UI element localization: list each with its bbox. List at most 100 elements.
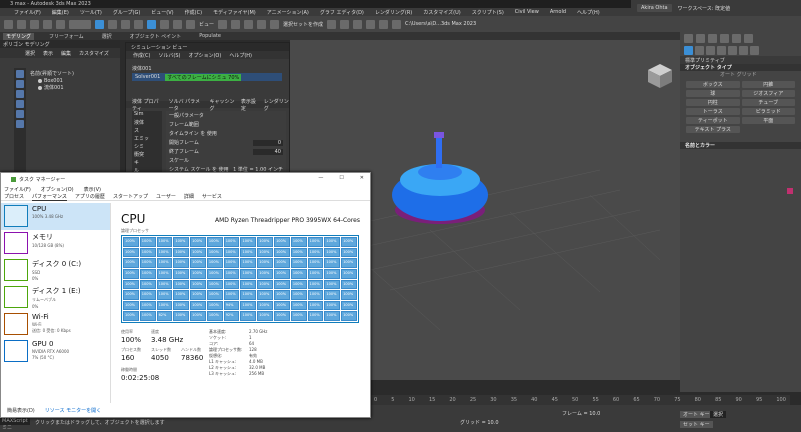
align-icon[interactable] xyxy=(340,19,350,29)
selection-set-dropdown[interactable]: 選択セットを作成 xyxy=(283,21,323,28)
menu-group[interactable]: グループ(G) xyxy=(113,9,140,16)
logical-processor-grid[interactable]: 100% 100% 100% 100% 100% 100% 100% 100% 100% 100%… xyxy=(121,235,359,323)
object-color-swatch[interactable] xyxy=(787,188,793,194)
explorer-menu-customize[interactable]: カスタマイズ xyxy=(79,50,109,57)
fewer-details-link[interactable]: 簡易表示(D) xyxy=(7,407,35,414)
menu-edit[interactable]: 編集(E) xyxy=(52,9,69,16)
cameras-icon[interactable] xyxy=(717,46,726,55)
explorer-menu-select[interactable]: 選択 xyxy=(25,50,35,57)
tree-item-box001[interactable]: Box001 xyxy=(28,77,118,84)
tab-details[interactable]: 詳細 xyxy=(184,193,194,200)
tab-processes[interactable]: プロセス xyxy=(4,193,24,200)
name-color-rollout[interactable]: 名前とカラー xyxy=(680,142,801,149)
filter-geometry-icon[interactable] xyxy=(16,70,24,78)
workspace-selector[interactable]: ワークスペース: 既定値 xyxy=(678,5,731,12)
select-icon[interactable] xyxy=(95,19,104,29)
teapot-button[interactable]: ティーポット xyxy=(686,117,740,124)
mirror-icon[interactable] xyxy=(327,19,337,29)
material-editor-icon[interactable] xyxy=(366,19,376,29)
sim-left-item[interactable]: シミ xyxy=(132,143,162,151)
perf-item-disk1[interactable]: ディスク 1 (E:) リムーバブル 0% xyxy=(1,284,110,311)
close-icon[interactable]: ✕ xyxy=(360,175,364,181)
emitter[interactable] xyxy=(434,132,444,138)
redo-icon[interactable] xyxy=(17,19,26,29)
menu-create[interactable]: 作成(C) xyxy=(185,9,202,16)
render-icon[interactable] xyxy=(392,19,402,29)
maximize-icon[interactable]: ☐ xyxy=(339,175,343,181)
explorer-menu-display[interactable]: 表示 xyxy=(43,50,53,57)
user-account[interactable]: Akira Ohta xyxy=(637,4,672,12)
tab-freeform[interactable]: フリーフォーム xyxy=(46,33,87,40)
select-by-name-icon[interactable] xyxy=(108,19,117,29)
sim-left-item[interactable]: ス xyxy=(132,127,162,135)
place-icon[interactable] xyxy=(186,19,195,29)
tab-selection[interactable]: 選択 xyxy=(99,33,115,40)
explorer-menu-edit[interactable]: 編集 xyxy=(61,50,71,57)
rect-select-icon[interactable] xyxy=(121,19,130,29)
tab-object-paint[interactable]: オブジェクト ペイント xyxy=(127,33,185,40)
tab-rendering[interactable]: レンダリング xyxy=(264,98,289,112)
perf-item-gpu0[interactable]: GPU 0 NVIDIA RTX A6000 7% (50 °C) xyxy=(1,338,110,365)
sim-left-item[interactable]: エミッ xyxy=(132,135,162,143)
perf-item-cpu[interactable]: CPU 100% 3.48 GHz xyxy=(1,203,110,230)
menu-rendering[interactable]: レンダリング(R) xyxy=(375,9,412,16)
sim-left-item[interactable]: キ xyxy=(132,159,162,167)
menu-graph-editors[interactable]: グラフ エディタ(D) xyxy=(320,9,364,16)
filter-shapes-icon[interactable] xyxy=(16,80,24,88)
eye-icon[interactable] xyxy=(38,85,42,90)
timeline-ruler[interactable]: 0 5 10 15 20 25 30 35 40 45 50 55 60 65 … xyxy=(370,395,790,405)
primitive-type-dropdown[interactable]: 標準プリミティブ xyxy=(680,56,801,64)
pyramid-button[interactable]: ピラミッド xyxy=(741,108,795,115)
solver-row[interactable]: Solver001 すべてのフレームにシミュ 70% xyxy=(132,73,282,81)
tab-services[interactable]: サービス xyxy=(202,193,222,200)
filter-lights-icon[interactable] xyxy=(16,90,24,98)
filter-helpers-icon[interactable] xyxy=(16,110,24,118)
tab-modeling[interactable]: モデリング xyxy=(3,32,35,40)
object-type-rollout[interactable]: オブジェクト タイプ xyxy=(680,64,801,71)
eye-icon[interactable] xyxy=(38,78,42,83)
menu-animation[interactable]: アニメーション(A) xyxy=(267,9,309,16)
geosphere-button[interactable]: ジオスフィア xyxy=(741,90,795,97)
sim-left-item[interactable]: 液体 xyxy=(132,119,162,127)
box-button[interactable]: ボックス xyxy=(686,81,740,88)
utilities-tab-icon[interactable] xyxy=(744,34,753,43)
tm-menu-view[interactable]: 表示(V) xyxy=(84,186,101,193)
link-icon[interactable] xyxy=(30,19,39,29)
tree-item-liquid001[interactable]: 流体001 xyxy=(28,84,118,91)
menu-view[interactable]: ビュー(V) xyxy=(151,9,173,16)
tm-menu-options[interactable]: オプション(O) xyxy=(41,186,74,193)
motion-tab-icon[interactable] xyxy=(720,34,729,43)
sim-menu-options[interactable]: オプション(O) xyxy=(188,52,221,59)
modify-tab-icon[interactable] xyxy=(696,34,705,43)
autogrid-checkbox[interactable]: オート グリッド xyxy=(680,71,801,78)
sim-menu-help[interactable]: ヘルプ(H) xyxy=(229,52,252,59)
sim-menu-solver[interactable]: ソルバ(S) xyxy=(158,52,180,59)
perf-item-memory[interactable]: メモリ 10/128 GB (8%) xyxy=(1,230,110,257)
rotate-icon[interactable] xyxy=(160,19,169,29)
menu-arnold[interactable]: Arnold xyxy=(550,9,566,15)
torus-button[interactable]: トーラス xyxy=(686,108,740,115)
sim-left-item[interactable]: Sim xyxy=(132,111,162,119)
angle-snap-icon[interactable] xyxy=(244,19,254,29)
tab-performance[interactable]: パフォーマンス xyxy=(32,193,67,201)
menu-customize[interactable]: カスタマイズ(U) xyxy=(423,9,460,16)
snap-3d-icon[interactable] xyxy=(231,19,241,29)
end-frame-input[interactable]: 40 xyxy=(253,148,283,155)
perf-item-wifi[interactable]: Wi-Fi Wi-Fi 送信: 0 受信: 0 Kbps xyxy=(1,311,110,338)
helpers-icon[interactable] xyxy=(728,46,737,55)
filter-cameras-icon[interactable] xyxy=(16,100,24,108)
tab-app-history[interactable]: アプリの履歴 xyxy=(75,193,105,200)
unlink-icon[interactable] xyxy=(43,19,52,29)
viewcube-icon[interactable] xyxy=(648,64,672,88)
sim-menu-create[interactable]: 作成(C) xyxy=(133,52,150,59)
render-setup-icon[interactable] xyxy=(379,19,389,29)
setkey-button[interactable]: セット キー xyxy=(680,421,713,428)
tab-display[interactable]: 表示設定 xyxy=(241,98,258,112)
systems-icon[interactable] xyxy=(750,46,759,55)
scale-icon[interactable] xyxy=(173,19,182,29)
sphere-button[interactable]: 球 xyxy=(686,90,740,97)
undo-icon[interactable] xyxy=(4,19,13,29)
menu-scripting[interactable]: スクリプト(S) xyxy=(472,9,504,16)
menu-file[interactable]: ファイル(F) xyxy=(14,9,41,16)
key-filter-dropdown[interactable]: 選択 xyxy=(710,411,727,418)
